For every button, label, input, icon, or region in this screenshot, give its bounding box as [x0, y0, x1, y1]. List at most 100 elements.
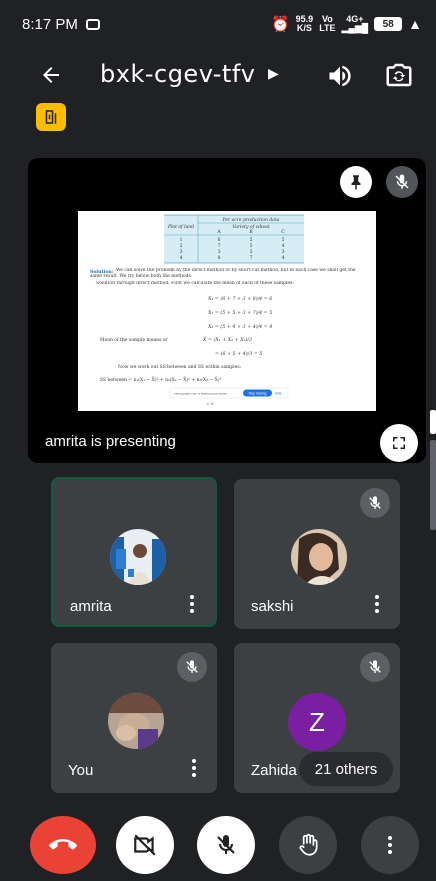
document-page: Per acre production data Variety of whea… — [90, 214, 366, 406]
status-bar: 8:17 PM ⏰ 95.9 K/S Vo LTE 4G+ ▂▄▆█ 58 ▲ — [0, 0, 436, 48]
warning-icon: ▲ — [408, 15, 422, 32]
participant-name: You — [68, 762, 94, 779]
participant-mic-off — [177, 652, 207, 682]
table-cell: 5 — [250, 243, 253, 249]
scroll-thumb[interactable] — [430, 410, 436, 434]
camera-flip-icon — [386, 63, 412, 87]
dot — [375, 602, 379, 606]
participant-mic-off — [360, 652, 390, 682]
more-vert-icon — [375, 595, 379, 599]
fullscreen-icon — [393, 437, 405, 449]
chevron-right-icon[interactable]: ▶ — [268, 65, 279, 82]
participant-more-button[interactable] — [372, 593, 382, 615]
battery-icon: 58 — [374, 17, 403, 31]
table-col-c: C — [281, 229, 285, 235]
phone-hangup-icon — [49, 839, 77, 850]
ss-between-text: SS between = n₁(X₁ − X̄)² + n₂(X₂ − X̄)²… — [100, 376, 222, 383]
mic-toggle-button[interactable] — [197, 816, 255, 874]
carrier-sub: LTE — [319, 23, 336, 33]
table-row-header: Plot of land — [167, 224, 194, 230]
page-glyph: = 0 — [206, 401, 214, 406]
participant-tile-amrita[interactable]: amrita — [51, 477, 217, 627]
raise-hand-button[interactable] — [279, 816, 337, 874]
others-chip[interactable]: 21 others — [299, 752, 393, 786]
alarm-icon: ⏰ — [270, 15, 290, 33]
host-controls-button[interactable] — [36, 103, 66, 131]
more-vert-icon — [190, 595, 194, 599]
carrier: Vo LTE — [319, 15, 335, 33]
dot — [192, 766, 196, 770]
participant-tile-you[interactable]: You — [51, 643, 217, 793]
screen-cast-icon — [85, 18, 100, 30]
speaker-button[interactable] — [326, 62, 354, 90]
more-vert-icon — [192, 759, 196, 763]
equation-3: X₃ = (5 + 4 + 3 + 4)/4 = 4 — [207, 323, 272, 330]
mic-off-icon — [395, 174, 409, 189]
avatar-image — [291, 529, 347, 585]
table-cell: 3 — [250, 249, 253, 255]
avatar-image — [110, 529, 166, 585]
mic-off-icon — [369, 660, 381, 673]
participant-mic-off — [360, 488, 390, 518]
host-controls-icon — [45, 110, 57, 124]
participant-more-button[interactable] — [187, 593, 197, 615]
table-cell: 3 — [218, 249, 221, 255]
table-cell: 6 — [218, 237, 221, 243]
data-speed: 95.9 K/S — [296, 15, 314, 33]
presentation-mic-off — [386, 166, 418, 198]
status-time: 8:17 PM — [22, 15, 78, 33]
participant-tile-sakshi[interactable]: sakshi — [234, 479, 400, 629]
dot — [192, 773, 196, 777]
solution-body: We can solve the problem by the direct m… — [90, 268, 356, 279]
back-button[interactable] — [36, 60, 66, 90]
participant-name: amrita — [70, 598, 112, 615]
status-indicators: ⏰ 95.9 K/S Vo LTE 4G+ ▂▄▆█ 58 ▲ — [271, 15, 422, 33]
dot — [190, 609, 194, 613]
dot — [375, 609, 379, 613]
avatar-image — [108, 693, 164, 749]
fullscreen-button[interactable] — [380, 424, 418, 462]
mic-off-icon — [369, 496, 381, 509]
table-cell: 4 — [282, 255, 285, 261]
camera-flip-button[interactable] — [384, 60, 414, 90]
participant-more-button[interactable] — [189, 757, 199, 779]
signal-icon: ▂▄▆█ — [341, 23, 369, 33]
shared-document: Per acre production data Variety of whea… — [78, 211, 376, 411]
participant-name: Zahida — [251, 762, 297, 779]
table-cell: 7 — [250, 255, 253, 261]
sharing-notice: meet.google.com is sharing your screen — [174, 392, 228, 396]
mic-off-icon — [217, 835, 235, 854]
table-cell: 4 — [180, 255, 183, 261]
table-cell: 7 — [218, 243, 221, 249]
meeting-header: bxk-cgev-tfv ▶ — [0, 52, 436, 100]
camera-toggle-button[interactable] — [116, 816, 174, 874]
mean-label: Mean of the sample means or — [100, 337, 169, 343]
dot — [190, 602, 194, 606]
table-cell: 3 — [180, 249, 183, 255]
stop-sharing-label: Stop sharing — [249, 391, 267, 395]
avatar — [110, 529, 166, 585]
more-vert-icon — [388, 836, 392, 854]
scrollbar[interactable] — [430, 410, 436, 530]
table-cell: 4 — [282, 243, 285, 249]
speed-unit: K/S — [296, 23, 312, 33]
video-off-icon — [134, 834, 156, 856]
avatar — [291, 529, 347, 585]
table-cell: 3 — [282, 249, 285, 255]
table-cell: 2 — [180, 243, 183, 249]
table-cell: 5 — [282, 237, 285, 243]
more-options-button[interactable] — [361, 816, 419, 874]
end-call-button[interactable] — [30, 816, 96, 874]
meeting-code[interactable]: bxk-cgev-tfv — [100, 60, 255, 88]
participant-tile-zahida[interactable]: Z Zahida 21 others — [234, 643, 400, 793]
direct-method-text: Solution through direct method: First we… — [96, 281, 294, 286]
arrow-left-icon — [43, 67, 59, 83]
pin-button[interactable] — [340, 166, 372, 198]
mic-off-icon — [186, 660, 198, 673]
pin-icon — [351, 175, 361, 190]
presentation-tile[interactable]: Per acre production data Variety of whea… — [28, 158, 426, 463]
solution-text: We can solve the problem by the direct m… — [90, 268, 366, 280]
raise-hand-icon — [299, 833, 318, 856]
mean-equation: X̄ = (X₁ + X₂ + X₃)/3 — [202, 336, 252, 343]
equation-1: X₁ = (6 + 7 + 3 + 8)/4 = 6 — [207, 295, 272, 302]
